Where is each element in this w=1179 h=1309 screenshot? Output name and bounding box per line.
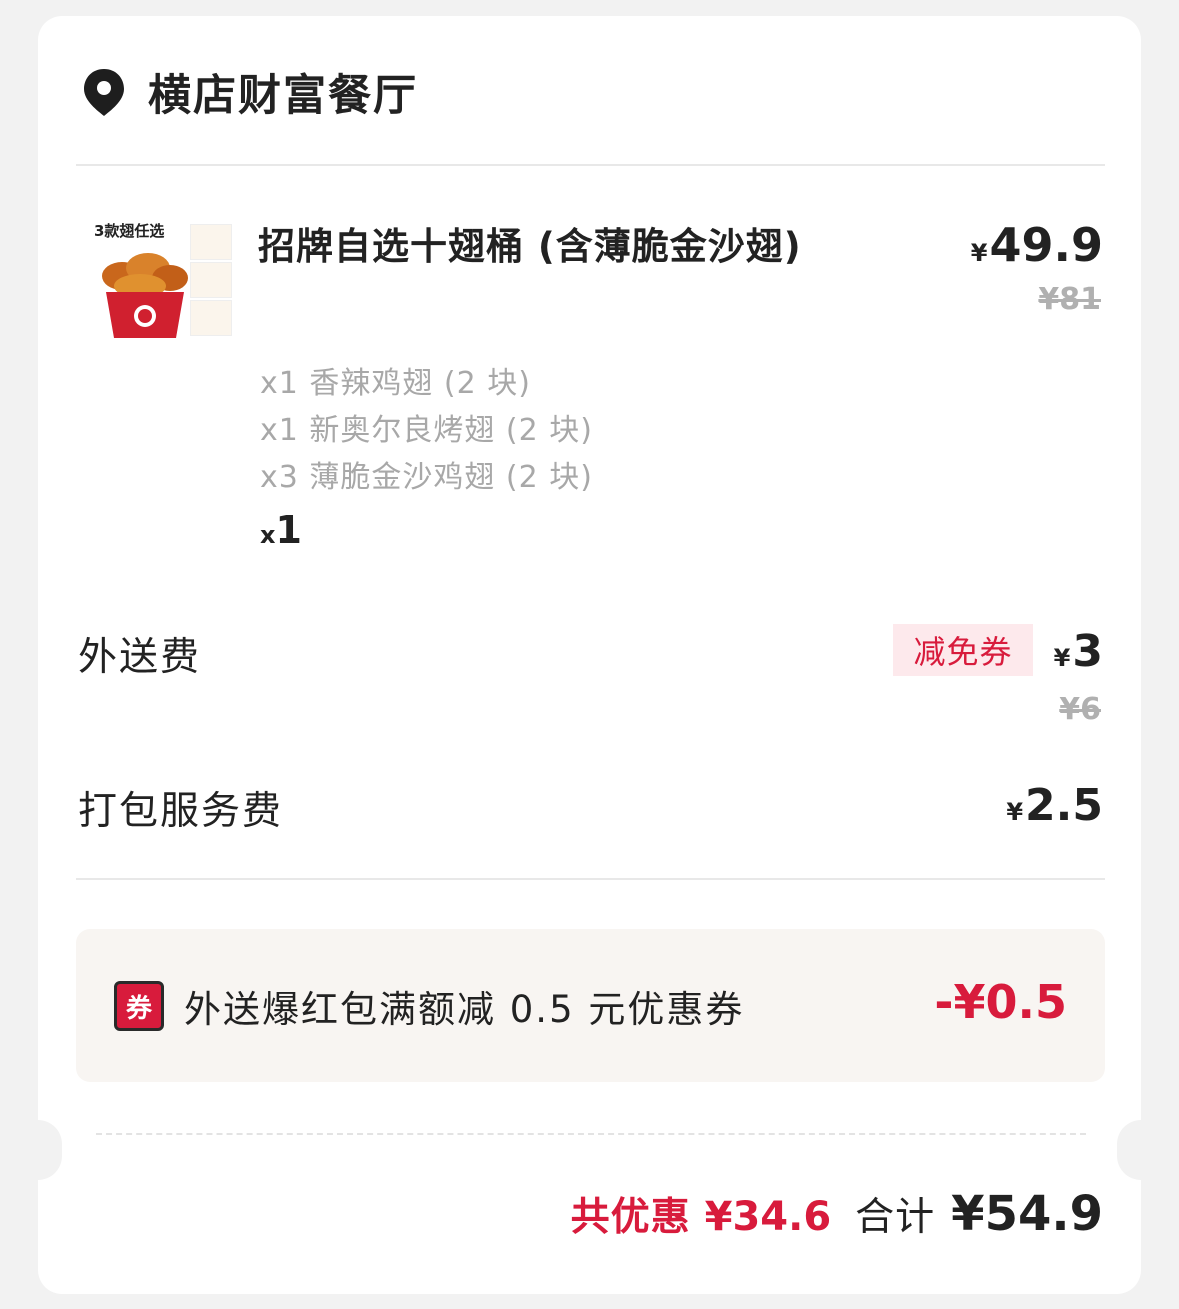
coupon-description: 外送爆红包满额减 0.5 元优惠券 xyxy=(184,988,745,1031)
product-image-title: 3款翅任选 xyxy=(94,222,165,240)
wing-option-thumb xyxy=(190,262,232,298)
total-savings-label: 共优惠 xyxy=(570,1195,691,1240)
wing-option-thumb xyxy=(190,300,232,336)
delivery-fee-price: ¥3 xyxy=(1054,626,1103,677)
chicken-bucket-image xyxy=(102,253,188,338)
quantity-prefix: x xyxy=(260,521,276,549)
fee-waiver-badge: 减免券 xyxy=(893,624,1033,676)
divider xyxy=(76,878,1105,880)
item-option: x1 香辣鸡翅 (2 块) xyxy=(260,366,531,401)
order-total: 共优惠 ¥34.6 合计 ¥54.9 xyxy=(571,1186,1103,1242)
item-price: ¥49.9 xyxy=(971,218,1103,272)
item-quantity: x1 xyxy=(260,508,302,552)
currency-symbol: ¥ xyxy=(970,239,988,267)
coupon-row[interactable]: 券 外送爆红包满额减 0.5 元优惠券 -¥0.5 xyxy=(76,929,1105,1082)
ticket-notch-left xyxy=(38,1120,62,1180)
divider xyxy=(76,164,1105,166)
packing-fee-label: 打包服务费 xyxy=(78,789,284,834)
ticket-notch-right xyxy=(1117,1120,1141,1180)
store-name: 横店财富餐厅 xyxy=(148,71,418,121)
product-image[interactable]: 3款翅任选 xyxy=(92,220,234,340)
order-summary-card: 横店财富餐厅 3款翅任选 招牌自选十翅桶 (含薄脆金沙翅) ¥49.9 ¥81 … xyxy=(38,16,1141,1294)
total-label: 合计 xyxy=(855,1195,936,1240)
item-option: x1 新奥尔良烤翅 (2 块) xyxy=(260,413,593,448)
total-amount: ¥54.9 xyxy=(951,1186,1103,1242)
item-price-value: 49.9 xyxy=(989,218,1104,272)
quantity-value: 1 xyxy=(275,508,302,552)
currency-symbol: ¥ xyxy=(1006,798,1024,826)
item-name: 招牌自选十翅桶 (含薄脆金沙翅) xyxy=(258,225,802,268)
delivery-fee-value: 3 xyxy=(1072,626,1103,677)
packing-fee-price: ¥2.5 xyxy=(1006,780,1103,831)
coupon-amount: -¥0.5 xyxy=(934,975,1067,1029)
total-savings-amount: ¥34.6 xyxy=(704,1194,832,1240)
store-header[interactable]: 横店财富餐厅 xyxy=(82,64,418,121)
dashed-divider xyxy=(96,1133,1086,1135)
delivery-fee-original-price: ¥6 xyxy=(1059,692,1101,727)
currency-symbol: ¥ xyxy=(1053,644,1071,672)
location-pin-icon xyxy=(84,69,124,116)
coupon-icon: 券 xyxy=(114,981,164,1031)
packing-fee-value: 2.5 xyxy=(1025,780,1103,831)
delivery-fee-label: 外送费 xyxy=(78,635,202,680)
item-option: x3 薄脆金沙鸡翅 (2 块) xyxy=(260,460,593,495)
wing-option-thumb xyxy=(190,224,232,260)
item-original-price: ¥81 xyxy=(1038,282,1101,317)
